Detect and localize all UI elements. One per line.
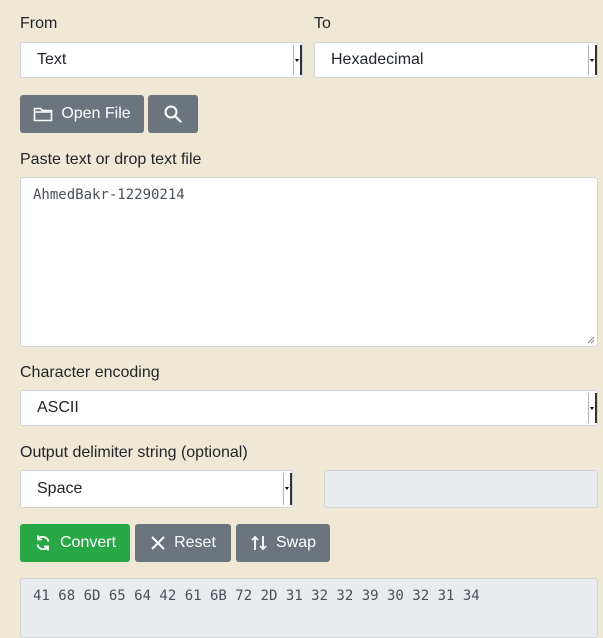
swap-icon <box>250 534 268 552</box>
to-label: To <box>314 15 331 32</box>
from-select[interactable]: Text <box>20 42 303 78</box>
delimiter-select-value: Space <box>37 480 83 497</box>
delimiter-select[interactable]: Space <box>20 470 293 508</box>
swap-button[interactable]: Swap <box>236 524 330 562</box>
delimiter-label: Output delimiter string (optional) <box>20 444 248 461</box>
swap-label: Swap <box>275 534 317 551</box>
encoding-select[interactable]: ASCII <box>20 390 598 426</box>
output-text: 41 68 6D 65 64 42 61 6B 72 2D 31 32 32 3… <box>33 588 480 604</box>
folder-icon <box>33 106 53 122</box>
search-button[interactable] <box>148 95 198 133</box>
reset-button[interactable]: Reset <box>135 524 231 562</box>
input-text: AhmedBakr-12290214 <box>33 187 185 203</box>
input-label: Paste text or drop text file <box>20 151 202 168</box>
to-select-value: Hexadecimal <box>331 51 424 68</box>
search-icon <box>164 105 182 123</box>
to-select[interactable]: Hexadecimal <box>314 42 598 78</box>
chevron-down-icon <box>588 45 597 75</box>
encoding-label: Character encoding <box>20 364 160 381</box>
from-label: From <box>20 15 58 32</box>
chevron-down-icon <box>293 45 302 75</box>
refresh-icon <box>34 534 52 552</box>
chevron-down-icon <box>588 393 597 423</box>
close-icon <box>150 535 166 551</box>
reset-label: Reset <box>174 534 216 551</box>
convert-label: Convert <box>59 534 117 551</box>
chevron-down-icon <box>283 473 292 505</box>
open-file-button[interactable]: Open File <box>20 95 144 133</box>
delimiter-input[interactable] <box>324 470 598 508</box>
convert-button[interactable]: Convert <box>20 524 130 562</box>
encoding-select-value: ASCII <box>37 399 79 416</box>
input-textarea[interactable]: AhmedBakr-12290214 <box>20 177 598 347</box>
from-select-value: Text <box>37 51 67 68</box>
open-file-label: Open File <box>61 105 131 122</box>
resize-grip-icon[interactable] <box>585 334 595 344</box>
output-field[interactable]: 41 68 6D 65 64 42 61 6B 72 2D 31 32 32 3… <box>20 578 598 638</box>
